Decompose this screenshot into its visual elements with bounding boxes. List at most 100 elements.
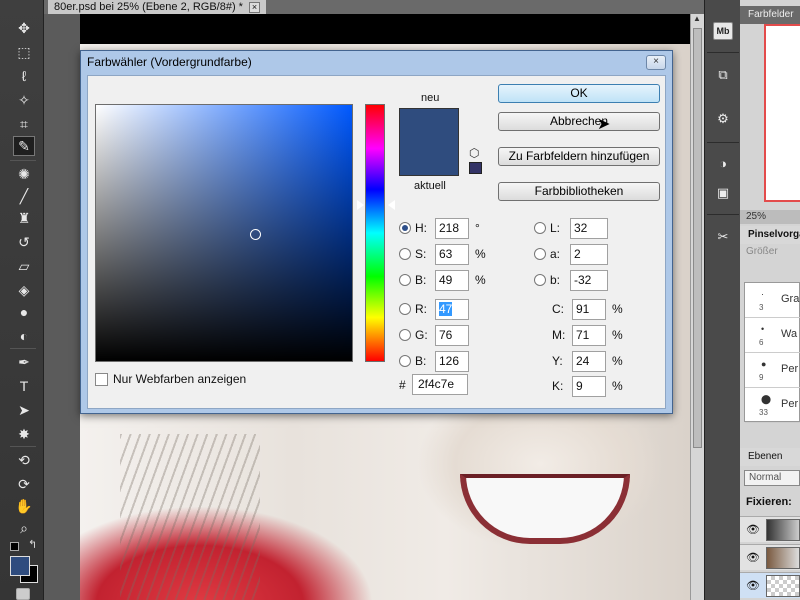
history-icon[interactable]: ⧉: [710, 64, 736, 86]
close-icon[interactable]: ×: [248, 1, 260, 13]
layer-row[interactable]: 👁: [740, 516, 800, 542]
lasso-tool-icon[interactable]: ℓ: [13, 66, 35, 86]
canvas-vertical-scrollbar[interactable]: ▲: [690, 14, 704, 600]
scrollbar-thumb[interactable]: [693, 28, 702, 448]
lab-a-input[interactable]: 2: [570, 243, 608, 265]
mini-bridge-icon[interactable]: Mb: [713, 22, 733, 40]
brush-item[interactable]: ● 9 Per: [745, 353, 800, 388]
brush-presets-icon[interactable]: ✂: [710, 226, 736, 248]
blend-mode-select[interactable]: Normal: [744, 470, 800, 486]
smile-detail: [460, 474, 630, 544]
ok-button[interactable]: OK: [498, 84, 660, 103]
add-to-swatches-button[interactable]: Zu Farbfeldern hinzufügen: [498, 147, 660, 166]
eye-icon[interactable]: 👁: [746, 579, 760, 592]
magenta-input[interactable]: 71: [572, 324, 606, 346]
spot-healing-tool-icon[interactable]: ✺: [13, 164, 35, 184]
navigator-preview[interactable]: [764, 24, 800, 202]
black-input[interactable]: 9: [572, 375, 606, 397]
document-tab-title: 80er.psd bei 25% (Ebene 2, RGB/8#) *: [54, 1, 243, 13]
blue-radio[interactable]: [399, 355, 411, 367]
websafe-only-option[interactable]: Nur Webfarben anzeigen: [95, 372, 246, 386]
crop-tool-icon[interactable]: ⌗: [13, 114, 35, 134]
scroll-up-icon[interactable]: ▲: [693, 14, 701, 23]
clone-stamp-tool-icon[interactable]: ♜: [13, 208, 35, 228]
brush-item[interactable]: · 3 Gra: [745, 283, 800, 318]
brush-tool-icon[interactable]: ╱: [13, 186, 35, 206]
3d-rotate-tool-icon[interactable]: ⟲: [13, 450, 35, 470]
red-radio[interactable]: [399, 303, 411, 315]
red-input-selected-text: 47: [439, 301, 453, 316]
brightness-radio[interactable]: [399, 274, 411, 286]
pen-tool-icon[interactable]: ✒: [13, 352, 35, 372]
adjustments-icon[interactable]: ◑: [710, 152, 736, 174]
saturation-brightness-field[interactable]: [95, 104, 353, 362]
shape-tool-icon[interactable]: ✸: [13, 424, 35, 444]
history-brush-tool-icon[interactable]: ↺: [13, 232, 35, 252]
eraser-tool-icon[interactable]: ▱: [13, 256, 35, 276]
yellow-input[interactable]: 24: [572, 350, 606, 372]
zoom-tool-icon[interactable]: ⌕: [13, 518, 35, 538]
eye-icon[interactable]: 👁: [746, 551, 760, 564]
websafe-cube-icon[interactable]: ⬡: [469, 146, 479, 160]
cancel-button[interactable]: Abbrechen: [498, 112, 660, 131]
3d-orbit-tool-icon[interactable]: ⟳: [13, 474, 35, 494]
dodge-tool-icon[interactable]: ◐: [13, 326, 35, 346]
paint-bucket-tool-icon[interactable]: ◈: [13, 280, 35, 300]
color-field-cursor[interactable]: [250, 229, 261, 240]
green-radio[interactable]: [399, 329, 411, 341]
layer-row[interactable]: 👁: [740, 572, 800, 598]
lab-l-radio[interactable]: [534, 222, 546, 234]
color-libraries-button[interactable]: Farbbibliotheken: [498, 182, 660, 201]
hue-radio[interactable]: [399, 222, 411, 234]
websafe-only-checkbox[interactable]: [95, 372, 108, 386]
brush-presets-tab[interactable]: Pinselvorga: [740, 226, 800, 244]
brush-item[interactable]: ⬤ 33 Per: [745, 388, 800, 423]
cyan-row: C: 91 %: [552, 298, 623, 320]
path-selection-tool-icon[interactable]: ➤: [13, 400, 35, 420]
eyedropper-tool-icon[interactable]: ✎: [13, 136, 35, 156]
foreground-color-swatch[interactable]: [10, 556, 30, 576]
brightness-input[interactable]: 49: [435, 269, 469, 291]
layer-thumbnail: [766, 575, 800, 597]
hue-slider-arrow-left-icon[interactable]: [357, 200, 364, 210]
blur-tool-icon[interactable]: ●: [13, 302, 35, 322]
type-tool-icon[interactable]: T: [13, 376, 35, 396]
hue-input[interactable]: 218: [435, 217, 469, 239]
swatches-tab[interactable]: Farbfelder: [740, 6, 800, 24]
cyan-input[interactable]: 91: [572, 298, 606, 320]
brush-item[interactable]: • 6 Wa: [745, 318, 800, 353]
hue-slider[interactable]: [365, 104, 385, 362]
lab-a-radio[interactable]: [534, 248, 546, 260]
navigator-zoom[interactable]: 25%: [740, 210, 800, 224]
layer-row[interactable]: 👁: [740, 544, 800, 570]
lab-b-radio[interactable]: [534, 274, 546, 286]
current-color-swatch[interactable]: [399, 143, 459, 176]
close-icon[interactable]: ×: [646, 55, 666, 70]
eye-icon[interactable]: 👁: [746, 523, 760, 536]
color-picker-dialog: Farbwähler (Vordergrundfarbe) × neu aktu…: [80, 50, 673, 414]
move-tool-icon[interactable]: ✥: [13, 18, 35, 38]
document-tab[interactable]: 80er.psd bei 25% (Ebene 2, RGB/8#) * ×: [48, 0, 266, 14]
websafe-color-swatch[interactable]: [469, 162, 482, 174]
blue-input[interactable]: 126: [435, 350, 469, 372]
saturation-radio[interactable]: [399, 248, 411, 260]
hue-slider-arrow-right-icon[interactable]: [388, 200, 395, 210]
magic-wand-tool-icon[interactable]: ✧: [13, 90, 35, 110]
layers-tab[interactable]: Ebenen: [740, 448, 800, 466]
swap-colors-icon[interactable]: ↰: [28, 538, 37, 551]
green-input[interactable]: 76: [435, 324, 469, 346]
brush-dot-icon: •: [761, 324, 765, 334]
quick-mask-icon[interactable]: [16, 588, 30, 600]
default-colors-icon[interactable]: [10, 542, 19, 551]
red-input[interactable]: 47: [435, 298, 469, 320]
saturation-input[interactable]: 63: [435, 243, 469, 265]
hex-input[interactable]: 2f4c7e: [412, 374, 468, 395]
actions-icon[interactable]: ⚙: [710, 108, 736, 130]
lab-b-input[interactable]: -32: [570, 269, 608, 291]
marquee-tool-icon[interactable]: ⬚: [13, 42, 35, 62]
masks-icon[interactable]: ▣: [710, 182, 736, 204]
lab-l-input[interactable]: 32: [570, 217, 608, 239]
brightness-row: B: 49 %: [399, 269, 486, 291]
hand-tool-icon[interactable]: ✋: [13, 496, 35, 516]
right-panels: Farbfelder 25% Pinselvorga Größer · 3 Gr…: [740, 0, 800, 600]
